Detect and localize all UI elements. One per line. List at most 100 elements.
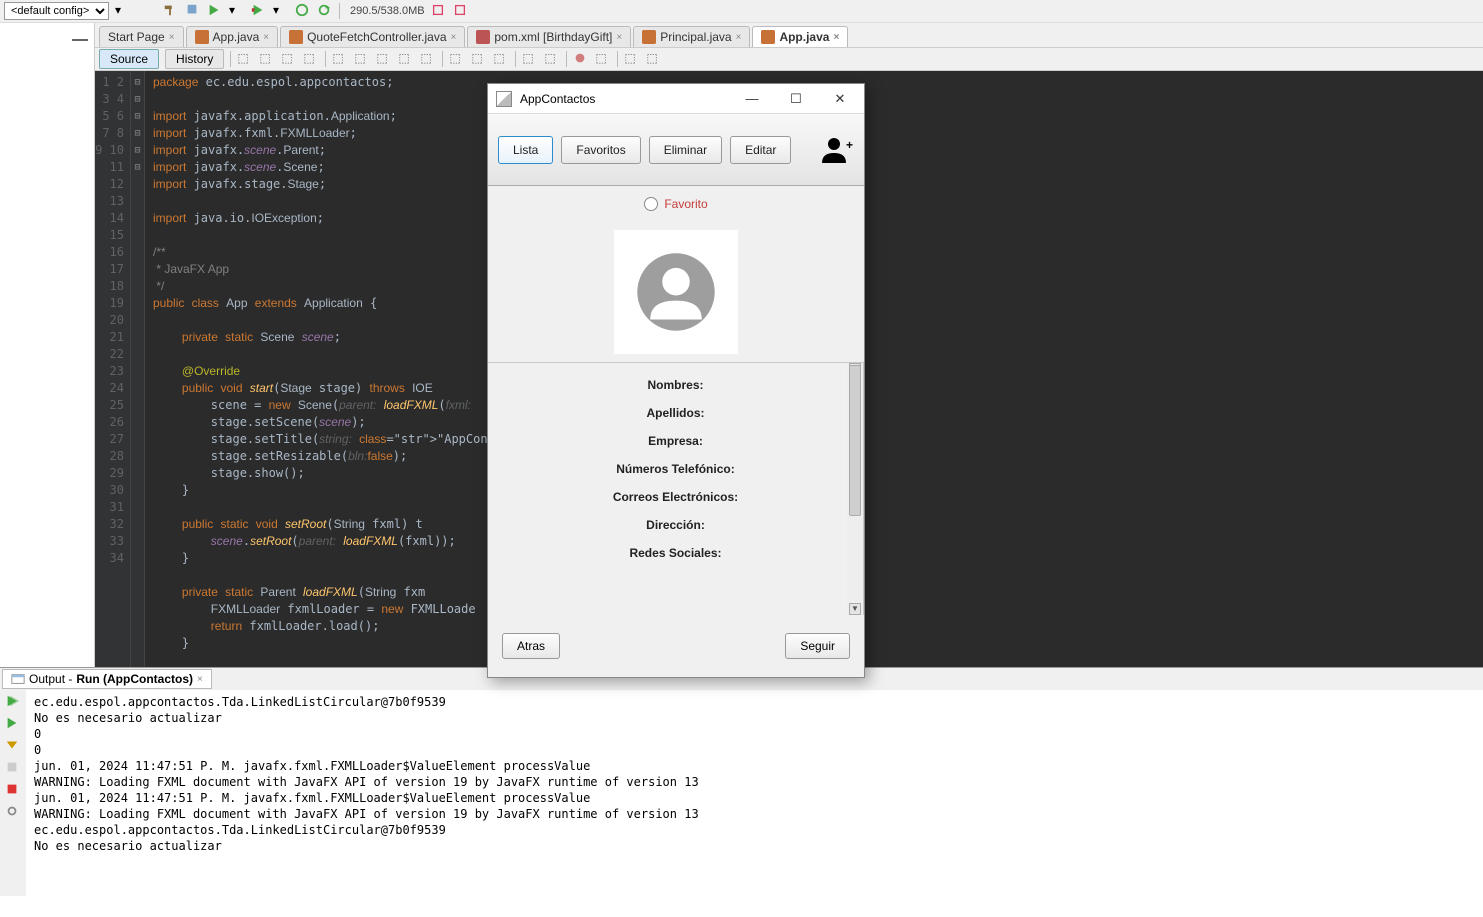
tab-pom[interactable]: pom.xml [BirthdayGift] ×: [467, 26, 631, 47]
output-tab[interactable]: Output - Run (AppContactos) ×: [2, 669, 212, 689]
window-title: AppContactos: [520, 92, 730, 106]
toolbar-icon[interactable]: ⬚: [303, 51, 319, 67]
toolbar-icon[interactable]: ⬚: [420, 51, 436, 67]
contact-field-label: Nombres:: [488, 371, 863, 399]
run-icon[interactable]: [5, 716, 21, 732]
output-tab-prefix: Output -: [29, 672, 72, 686]
config-select[interactable]: <default config>: [4, 2, 109, 20]
avatar: [614, 230, 738, 354]
favorite-row: Favorito: [488, 186, 864, 222]
run-icon[interactable]: [207, 3, 223, 19]
find-icon[interactable]: ⬚: [332, 51, 348, 67]
tab-label: App.java: [779, 30, 829, 44]
seguir-button[interactable]: Seguir: [785, 633, 850, 659]
contact-fields-scroll[interactable]: Nombres:Apellidos:Empresa:Números Telefó…: [488, 362, 864, 615]
close-icon[interactable]: ×: [263, 32, 269, 43]
app-toolbar: Lista Favoritos Eliminar Editar +: [488, 114, 864, 186]
gc-icon-2[interactable]: [453, 3, 469, 19]
tab-label: pom.xml [BirthdayGift]: [494, 30, 612, 44]
find-next-icon[interactable]: ⬚: [376, 51, 392, 67]
maven-icon: [476, 30, 490, 44]
close-icon[interactable]: ×: [197, 674, 203, 685]
history-view-button[interactable]: History: [165, 49, 224, 69]
output-panel: Output - Run (AppContactos) × ec.edu.esp…: [0, 667, 1483, 896]
tab-label: QuoteFetchController.java: [307, 30, 446, 44]
tab-app-java-2[interactable]: App.java ×: [752, 26, 848, 47]
shift-right-icon[interactable]: ⬚: [471, 51, 487, 67]
close-icon[interactable]: ×: [616, 32, 622, 43]
avatar-box: [488, 222, 864, 362]
java-icon: [761, 30, 775, 44]
debug-dropdown-icon[interactable]: ▾: [273, 3, 289, 19]
toolbar-icon[interactable]: ⬚: [595, 51, 611, 67]
ide-top-toolbar: <default config> ▾ ▾ ▾ 290.5/538.0MB: [0, 0, 1483, 23]
tab-label: Start Page: [108, 30, 165, 44]
tab-app-java-1[interactable]: App.java×: [186, 26, 279, 47]
java-icon: [642, 30, 656, 44]
output-text[interactable]: ec.edu.espol.appcontactos.Tda.LinkedList…: [26, 690, 1483, 896]
clean-icon[interactable]: [185, 3, 201, 19]
scroll-down-icon[interactable]: ▼: [849, 603, 861, 615]
scrollbar-thumb[interactable]: [849, 365, 861, 516]
fold-column[interactable]: ⊟ ⊟ ⊟ ⊟ ⊟ ⊟: [131, 71, 145, 667]
contact-field-label: Apellidos:: [488, 399, 863, 427]
app-window: AppContactos — ☐ ✕ Lista Favoritos Elimi…: [487, 83, 865, 678]
window-title-bar[interactable]: AppContactos — ☐ ✕: [488, 84, 864, 114]
file-tab-bar: Start Page × App.java × QuoteFetchControll…: [95, 23, 1483, 47]
eliminar-button[interactable]: Eliminar: [649, 136, 722, 164]
favoritos-button[interactable]: Favoritos: [561, 136, 640, 164]
stop-icon[interactable]: [5, 760, 21, 776]
hammer-icon[interactable]: [163, 3, 179, 19]
tab-principal[interactable]: Principal.java ×: [633, 26, 750, 47]
contact-field-label: Empresa:: [488, 427, 863, 455]
next-error-icon[interactable]: [5, 738, 21, 754]
toolbar-icon[interactable]: ⬚: [493, 51, 509, 67]
add-contact-button[interactable]: +: [820, 135, 854, 165]
toolbar-icon[interactable]: ⬚: [646, 51, 662, 67]
gc-icon[interactable]: [431, 3, 447, 19]
editar-button[interactable]: Editar: [730, 136, 791, 164]
reload-icon[interactable]: [317, 3, 333, 19]
minimize-icon[interactable]: [72, 31, 88, 41]
debug-icon[interactable]: [251, 3, 267, 19]
window-maximize-button[interactable]: ☐: [774, 85, 818, 113]
favorite-radio[interactable]: [644, 197, 658, 211]
rerun-icon[interactable]: [5, 694, 21, 710]
atras-button[interactable]: Atras: [502, 633, 560, 659]
toolbar-icon[interactable]: ▾: [115, 3, 131, 19]
toolbar-icon[interactable]: ⬚: [398, 51, 414, 67]
run-dropdown-icon[interactable]: ▾: [229, 3, 245, 19]
lista-button[interactable]: Lista: [498, 136, 553, 164]
contact-field-label: Dirección:: [488, 511, 863, 539]
source-view-button[interactable]: Source: [99, 49, 159, 69]
toolbar-icon[interactable]: ⬚: [624, 51, 640, 67]
close-icon[interactable]: ×: [451, 32, 457, 43]
tab-start-page[interactable]: Start Page ×: [99, 26, 184, 47]
comment-icon[interactable]: ⬚: [522, 51, 538, 67]
close-icon[interactable]: ×: [169, 32, 175, 43]
nav-back-icon[interactable]: ⬚: [237, 51, 253, 67]
record-macro-icon[interactable]: [573, 51, 589, 67]
close-icon[interactable]: ×: [736, 32, 742, 43]
close-icon[interactable]: ×: [833, 32, 839, 43]
profile-icon[interactable]: [295, 3, 311, 19]
line-number-gutter: 1 2 3 4 5 6 7 8 9 10 11 12 13 14 15 16 1…: [95, 71, 131, 667]
output-icon: [11, 672, 25, 686]
shift-left-icon[interactable]: ⬚: [449, 51, 465, 67]
favorite-label: Favorito: [664, 197, 707, 211]
find-prev-icon[interactable]: ⬚: [354, 51, 370, 67]
window-icon: [496, 91, 512, 107]
tab-label: Principal.java: [660, 30, 731, 44]
uncomment-icon[interactable]: ⬚: [544, 51, 560, 67]
settings-icon[interactable]: [5, 804, 21, 820]
window-close-button[interactable]: ✕: [818, 85, 862, 113]
tab-quotefetch[interactable]: QuoteFetchController.java ×: [280, 26, 465, 47]
contact-field-label: Correos Electrónicos:: [488, 483, 863, 511]
stop-build-icon[interactable]: [5, 782, 21, 798]
window-minimize-button[interactable]: —: [730, 85, 774, 113]
left-sidebar: [0, 23, 95, 667]
scrollbar[interactable]: ▲ ▼: [847, 363, 863, 615]
nav-fwd-icon[interactable]: ⬚: [259, 51, 275, 67]
svg-text:+: +: [846, 138, 853, 152]
toolbar-icon[interactable]: ⬚: [281, 51, 297, 67]
